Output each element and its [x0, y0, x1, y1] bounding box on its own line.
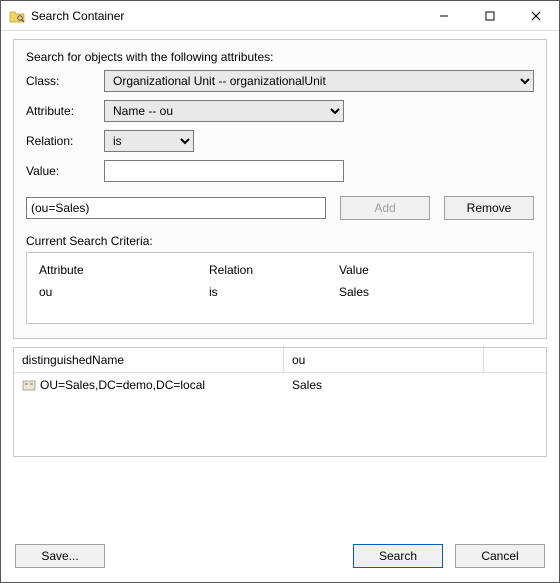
results-cell-ou: Sales: [284, 373, 484, 397]
results-col-ou[interactable]: ou: [284, 348, 484, 372]
search-button[interactable]: Search: [353, 544, 443, 568]
search-attributes-group: Search for objects with the following at…: [13, 39, 547, 339]
criteria-row[interactable]: ou is Sales: [37, 281, 523, 303]
content-area: Search for objects with the following at…: [1, 31, 559, 534]
window-title: Search Container: [31, 9, 421, 23]
results-header-row: distinguishedName ou: [14, 348, 546, 373]
results-col-dn[interactable]: distinguishedName: [14, 348, 284, 372]
criteria-header-label: Current Search Criteria:: [26, 234, 534, 248]
criteria-table: Attribute Relation Value ou is Sales: [26, 252, 534, 324]
results-cell-dn: OU=Sales,DC=demo,DC=local: [14, 373, 284, 397]
results-cell-dn-text: OU=Sales,DC=demo,DC=local: [40, 378, 205, 392]
instruction-label: Search for objects with the following at…: [26, 50, 534, 64]
attribute-select[interactable]: Name -- ou: [104, 100, 344, 122]
save-button[interactable]: Save...: [15, 544, 105, 568]
minimize-button[interactable]: [421, 1, 467, 31]
criteria-cell-attribute: ou: [37, 281, 207, 303]
window: Search Container Search for objects with…: [0, 0, 560, 583]
criteria-cell-value: Sales: [337, 281, 467, 303]
criteria-cell-relation: is: [207, 281, 337, 303]
close-button[interactable]: [513, 1, 559, 31]
value-input[interactable]: [104, 160, 344, 182]
results-table: distinguishedName ou OU=Sales,DC=demo,DC…: [13, 347, 547, 457]
class-label: Class:: [26, 74, 96, 88]
criteria-header-row: Attribute Relation Value: [37, 259, 523, 281]
class-select[interactable]: Organizational Unit -- organizationalUni…: [104, 70, 534, 92]
criteria-col-attribute: Attribute: [37, 259, 207, 281]
add-button[interactable]: Add: [340, 196, 430, 220]
folder-search-icon: [9, 8, 25, 24]
titlebar: Search Container: [1, 1, 559, 31]
attribute-label: Attribute:: [26, 104, 96, 118]
relation-select[interactable]: is: [104, 130, 194, 152]
criteria-col-relation: Relation: [207, 259, 337, 281]
cancel-button[interactable]: Cancel: [455, 544, 545, 568]
criteria-col-value: Value: [337, 259, 467, 281]
relation-label: Relation:: [26, 134, 96, 148]
bottom-bar: Save... Search Cancel: [1, 534, 559, 582]
results-row[interactable]: OU=Sales,DC=demo,DC=local Sales: [14, 373, 546, 397]
query-input[interactable]: [26, 197, 326, 219]
remove-button[interactable]: Remove: [444, 196, 534, 220]
ou-icon: [22, 378, 36, 392]
value-label: Value:: [26, 164, 96, 178]
maximize-button[interactable]: [467, 1, 513, 31]
